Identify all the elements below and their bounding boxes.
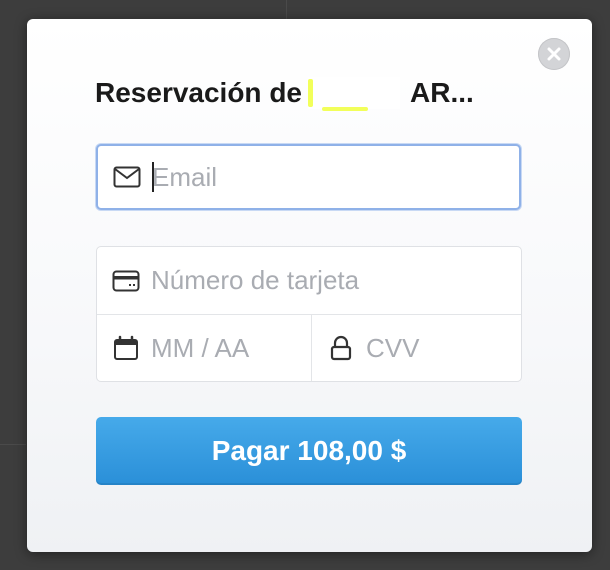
pay-button[interactable]: Pagar 108,00 $ bbox=[96, 417, 522, 485]
background-divider bbox=[286, 0, 287, 20]
title-suffix: AR... bbox=[410, 77, 474, 108]
card-details-group bbox=[96, 246, 522, 382]
email-input[interactable] bbox=[152, 161, 492, 193]
cvv-field[interactable] bbox=[312, 315, 521, 381]
payment-dialog: Reservación de AR... Email Número de tar… bbox=[27, 19, 592, 552]
lock-icon bbox=[326, 333, 356, 363]
dialog-title: Reservación de AR... bbox=[95, 77, 535, 111]
close-button[interactable] bbox=[538, 38, 570, 70]
email-field[interactable] bbox=[96, 144, 521, 210]
expiry-field[interactable] bbox=[97, 315, 312, 381]
background-divider bbox=[0, 444, 26, 445]
envelope-icon bbox=[112, 162, 142, 192]
close-icon bbox=[547, 47, 561, 61]
credit-card-icon bbox=[111, 266, 141, 296]
card-number-field[interactable] bbox=[97, 247, 521, 315]
redacted-name bbox=[308, 77, 400, 111]
calendar-icon bbox=[111, 333, 141, 363]
cvv-input[interactable] bbox=[366, 332, 516, 364]
card-number-input[interactable] bbox=[151, 265, 491, 296]
expiry-input[interactable] bbox=[151, 332, 301, 364]
title-prefix: Reservación de bbox=[95, 77, 302, 108]
